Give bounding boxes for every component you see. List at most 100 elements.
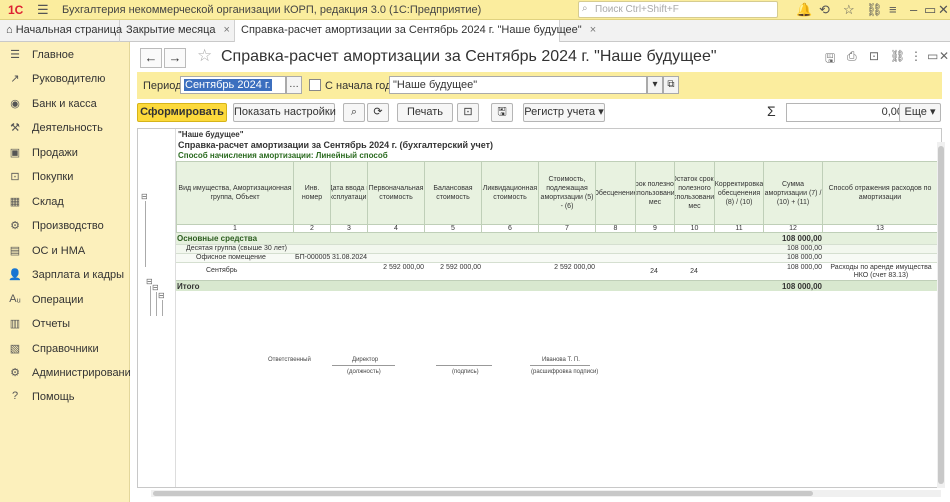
sidebar-item-manager[interactable]: ↗ Руководителю [0, 68, 130, 90]
sidebar-item-warehouse[interactable]: ▦ Склад [0, 191, 130, 213]
preview-button[interactable]: ⊡ [457, 103, 479, 122]
bank-icon: ◉ [10, 98, 20, 110]
chevron-down-icon: ▾ [598, 106, 604, 118]
sidebar-item-admin[interactable]: ⚙ Администрирование [0, 362, 137, 384]
report-title: Справка-расчет амортизации за Сентябрь 2… [178, 140, 494, 150]
collapse-header-icon[interactable]: ⊟ [141, 193, 148, 201]
row-name: Офисное помещение [196, 254, 266, 261]
sidebar-item-sales[interactable]: ▣ Продажи [0, 142, 130, 164]
organization-dropdown-button[interactable]: ▾ [647, 76, 663, 94]
close-icon[interactable]: ✕ [939, 49, 949, 63]
preview-icon[interactable]: ⊡ [869, 49, 879, 63]
sidebar-item-label: Склад [32, 196, 64, 208]
save-button[interactable]: 🖫 [491, 103, 513, 122]
search-button[interactable]: ⌕ [343, 103, 365, 122]
row-date: 31.08.2024 [332, 254, 368, 261]
maximize-icon[interactable]: ▭ [924, 2, 936, 18]
period-input[interactable]: Сентябрь 2024 г. [180, 76, 286, 94]
main-menu-icon[interactable]: ☰ [37, 2, 49, 18]
sidebar-item-activity[interactable]: ⚒ Деятельность [0, 117, 130, 139]
row-sum: 108 000,00 [781, 282, 822, 291]
print-icon[interactable]: ⎙ [847, 49, 857, 64]
save-icon[interactable]: 🖫 [825, 49, 835, 70]
table-row-subgroup[interactable]: Десятая группа (свыше 30 лет) 108 000,00 [176, 244, 938, 253]
activity-icon: ⚒ [10, 122, 20, 134]
back-button[interactable]: ← [140, 48, 162, 68]
sidebar-item-production[interactable]: ⚙ Производство [0, 215, 130, 237]
scroll-thumb[interactable] [153, 491, 813, 496]
generate-button[interactable]: Сформировать [137, 103, 227, 122]
bell-icon[interactable]: 🔔 [796, 2, 812, 18]
grouping-gutter [138, 129, 176, 487]
main-area: ← → ☆ Справка-расчет амортизации за Сент… [131, 42, 950, 502]
row-method: Расходы по аренде имущества НКО (счет 83… [830, 264, 932, 279]
filter-panel: Период: Сентябрь 2024 г. … С начала года… [137, 72, 942, 99]
col-number: 1 [176, 224, 294, 233]
more-button[interactable]: Еще ▾ [899, 103, 941, 122]
col-header-10: Остаток срока полезного использования, м… [674, 161, 715, 225]
forward-button[interactable]: → [164, 48, 186, 68]
signature-position-caption: (должность) [347, 369, 381, 375]
col-header-11: Корректировка обесценения (8) / (10) [714, 161, 764, 225]
favorite-star-icon[interactable]: ☆ [197, 46, 212, 66]
save-icon: 🖫 [497, 106, 507, 118]
minimize-icon[interactable]: – [910, 2, 917, 17]
signature-signature-caption: (подпись) [452, 369, 479, 375]
sidebar-item-purchases[interactable]: ⊡ Покупки [0, 166, 130, 188]
global-search-input[interactable]: ⌕ Поиск Ctrl+Shift+F [578, 1, 778, 18]
col-header-5: Балансовая стоимость [424, 161, 482, 225]
sidebar-item-main[interactable]: ☰ Главное [0, 44, 130, 66]
link-icon[interactable]: ⛓ [890, 49, 905, 63]
print-button[interactable]: Печать [397, 103, 453, 122]
chevron-down-icon: ▾ [929, 106, 936, 118]
menu-icon[interactable]: ≡ [889, 2, 897, 17]
horizontal-scrollbar[interactable] [151, 490, 941, 497]
sidebar-item-label: Администрирование [32, 367, 137, 379]
link-icon[interactable]: ⛓ [866, 2, 883, 18]
vertical-scrollbar[interactable] [937, 142, 945, 488]
sidebar-item-assets[interactable]: ▤ ОС и НМА [0, 240, 130, 262]
close-icon[interactable]: ✕ [938, 2, 949, 18]
table-row-total[interactable]: Итого 108 000,00 [176, 280, 938, 291]
col-header-8: Обесценение [595, 161, 636, 225]
organization-open-button[interactable]: ⧉ [663, 76, 679, 94]
collapse-object-icon[interactable]: ⊟ [158, 292, 165, 300]
basket-icon: ⊡ [10, 171, 20, 183]
col-number: 2 [293, 224, 331, 233]
title-bar: 1С ☰ Бухгалтерия некоммерческой организа… [0, 0, 950, 20]
organization-input[interactable]: "Наше будущее" [389, 76, 647, 94]
row-sum: 108 000,00 [781, 234, 822, 243]
col-header-13: Способ отражения расходов по амортизации [822, 161, 938, 225]
col-number: 9 [635, 224, 675, 233]
col-number: 13 [822, 224, 938, 233]
show-settings-button[interactable]: Показать настройки [233, 103, 336, 122]
register-dropdown-button[interactable]: Регистр учета ▾ [523, 103, 605, 122]
sidebar-item-help[interactable]: ? Помощь [0, 386, 130, 408]
table-row-detail[interactable]: Сентябрь 2 592 000,00 2 592 000,00 2 592… [176, 262, 938, 280]
scroll-thumb[interactable] [938, 146, 944, 484]
period-select-button[interactable]: … [286, 76, 302, 94]
close-icon[interactable]: × [224, 24, 230, 36]
history-icon[interactable]: ⟲ [819, 2, 830, 18]
sidebar-item-label: Производство [32, 220, 104, 232]
tab-amortization-report[interactable]: Справка-расчет амортизации за Сентябрь 2… [235, 20, 596, 43]
tab-home[interactable]: ⌂ Начальная страница [0, 20, 122, 42]
col-number: 7 [538, 224, 596, 233]
star-icon[interactable]: ☆ [843, 2, 855, 18]
more-icon[interactable]: ⋮ [910, 49, 922, 63]
sidebar-item-reports[interactable]: ▥ Отчеты [0, 313, 130, 335]
col-header-12: Сумма амортизации (7) / (10) + (11) [763, 161, 823, 225]
close-icon[interactable]: × [590, 24, 596, 36]
tab-month-closing[interactable]: Закрытие месяца × [120, 20, 235, 42]
search-replace-button[interactable]: ⟳ [367, 103, 389, 122]
sidebar-item-catalogs[interactable]: ▧ Справочники [0, 338, 130, 360]
row-inv: БП-000005 [295, 254, 331, 261]
table-row-group[interactable]: Основные средства 108 000,00 [176, 233, 938, 244]
sidebar-item-operations[interactable]: Aᵤ Операции [0, 289, 130, 311]
sidebar-item-bank[interactable]: ◉ Банк и касса [0, 93, 130, 115]
from-start-checkbox[interactable] [309, 79, 321, 91]
maximize-icon[interactable]: ▭ [927, 49, 938, 63]
row-name: Итого [177, 282, 200, 291]
table-row-object[interactable]: Офисное помещение БП-000005 31.08.2024 1… [176, 253, 938, 262]
sidebar-item-payroll[interactable]: 👤 Зарплата и кадры [0, 264, 130, 286]
